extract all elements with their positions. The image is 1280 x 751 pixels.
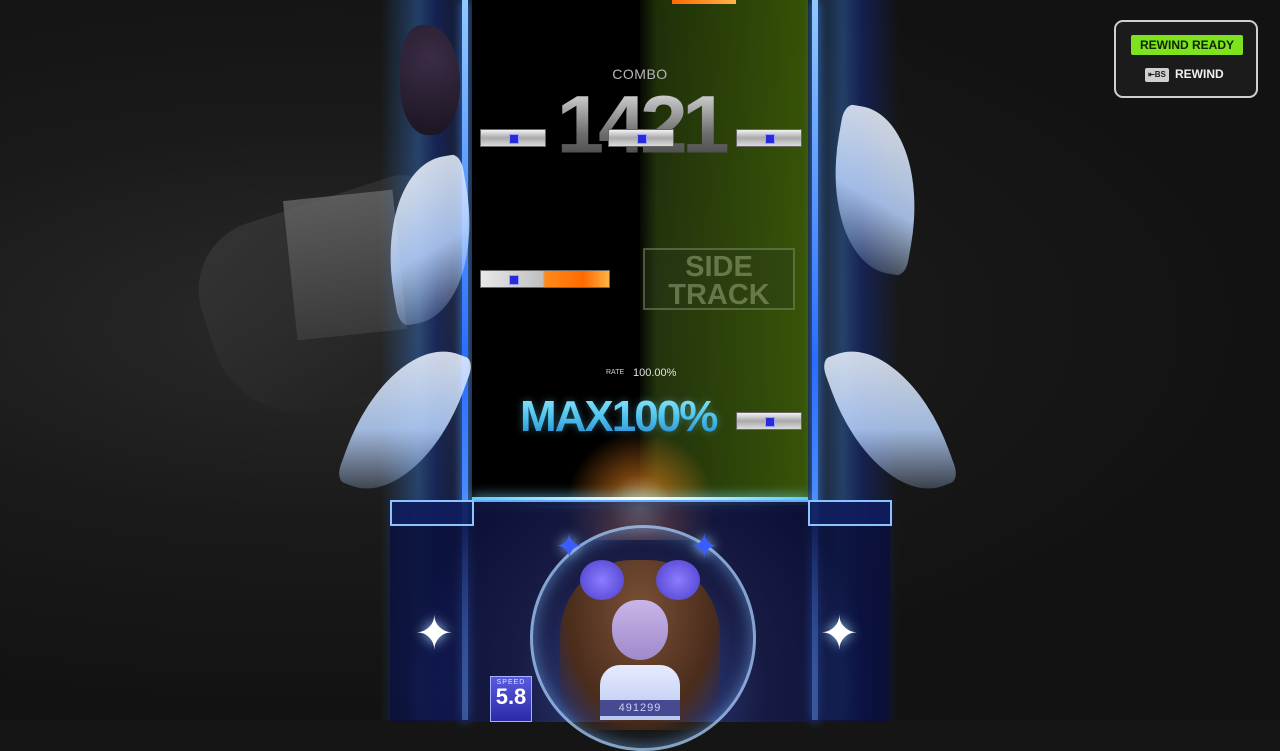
speed-value: 5.8: [495, 684, 527, 709]
rate-value: 100.00%: [633, 367, 677, 379]
note: [480, 129, 546, 147]
sparkle-icon: ✦: [415, 607, 454, 659]
note: [608, 129, 674, 147]
note: [736, 129, 802, 147]
character-left-bow: [580, 560, 624, 600]
panel-left-cap: [390, 500, 474, 526]
incoming-long-note: [672, 0, 736, 4]
long-note: [480, 270, 610, 288]
character-face: [612, 600, 668, 660]
rewind-ready-badge: REWIND READY: [1131, 35, 1243, 55]
sparkle-icon: ✦: [820, 607, 859, 659]
score-display: 491299: [600, 700, 680, 716]
rewind-button-label[interactable]: REWIND: [1175, 67, 1224, 81]
rate-label: RATE: [606, 369, 625, 376]
speed-indicator: SPEED 5.8: [490, 676, 532, 722]
rewind-panel: REWIND READY ⇤BS REWIND: [1114, 20, 1258, 98]
character-right-bow: [656, 560, 700, 600]
sparkle-icon: ✦: [555, 528, 584, 566]
side-track-banner: SIDE TRACK: [643, 248, 795, 310]
combo-counter: 1421: [540, 84, 740, 166]
side-track-line-2: TRACK: [668, 279, 770, 311]
panel-right-cap: [808, 500, 892, 526]
sparkle-icon: ✦: [690, 528, 719, 566]
backspace-key-icon: ⇤BS: [1145, 68, 1169, 82]
